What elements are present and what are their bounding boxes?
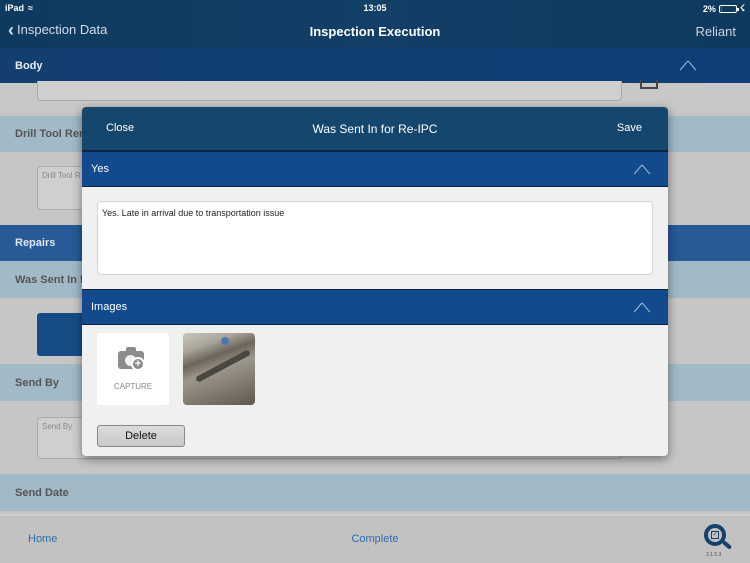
body-input[interactable] (37, 81, 622, 101)
bottom-toolbar: Home Complete ✓ 3.1.5.3 (0, 514, 750, 563)
camera-add-icon: + (118, 347, 148, 371)
clock: 13:05 (363, 3, 387, 13)
modal-title: Was Sent In for Re-IPC (312, 122, 438, 136)
version-label: 3.1.5.3 (706, 552, 722, 558)
save-button[interactable]: Save (617, 122, 642, 134)
capture-label: CAPTURE (113, 382, 153, 391)
thumbnail-content (195, 349, 251, 383)
answer-textarea[interactable]: Yes. Late in arrival due to transportati… (97, 201, 653, 275)
battery-percent: 2% (702, 3, 716, 14)
body-header-label: Body (15, 59, 43, 72)
edit-modal: Close Was Sent In for Re-IPC Save Yes Ye… (82, 107, 668, 456)
repairs-header-label: Repairs (15, 237, 56, 249)
app-logo[interactable]: ✓ 3.1.5.3 (702, 524, 736, 558)
battery-icon (718, 4, 739, 13)
checkbox-icon: ✓ (711, 531, 719, 539)
status-bar: iPad ≈ 13:05 2% ☇ (0, 0, 750, 16)
thumbnail-content (221, 337, 229, 345)
page-title: Inspection Execution (309, 24, 441, 39)
clipboard-icon[interactable] (640, 79, 658, 89)
answer-header-label: Yes (91, 163, 109, 175)
charging-icon: ☇ (739, 3, 745, 13)
navigation-bar: ‹ Inspection Data Inspection Execution R… (0, 18, 750, 46)
top-bar: iPad ≈ 13:05 2% ☇ ‹ Inspection Data Insp… (0, 0, 750, 48)
chevron-up-icon (632, 301, 652, 315)
reliant-button[interactable]: Reliant (696, 24, 736, 39)
images-area: + CAPTURE Delete (82, 325, 668, 453)
image-thumbnail[interactable] (183, 333, 255, 405)
images-header-label: Images (91, 301, 128, 313)
capture-button[interactable]: + CAPTURE (97, 333, 169, 405)
delete-button[interactable]: Delete (97, 425, 185, 447)
section-header-answer[interactable]: Yes (82, 151, 668, 187)
section-header-body[interactable]: Body (0, 48, 750, 83)
drill-tool-label: Drill Tool Rem (15, 128, 89, 140)
chevron-up-icon (632, 163, 652, 177)
send-by-label: Send By (15, 376, 60, 389)
complete-button[interactable]: Complete (351, 533, 398, 545)
chevron-up-icon (678, 59, 698, 73)
magnifier-handle (721, 540, 733, 550)
section-header-images[interactable]: Images (82, 289, 668, 325)
send-date-row: Send Date (0, 474, 750, 511)
modal-header: Close Was Sent In for Re-IPC Save (82, 107, 668, 151)
was-sent-label: Was Sent In f (15, 273, 84, 286)
send-date-label: Send Date (15, 486, 69, 499)
